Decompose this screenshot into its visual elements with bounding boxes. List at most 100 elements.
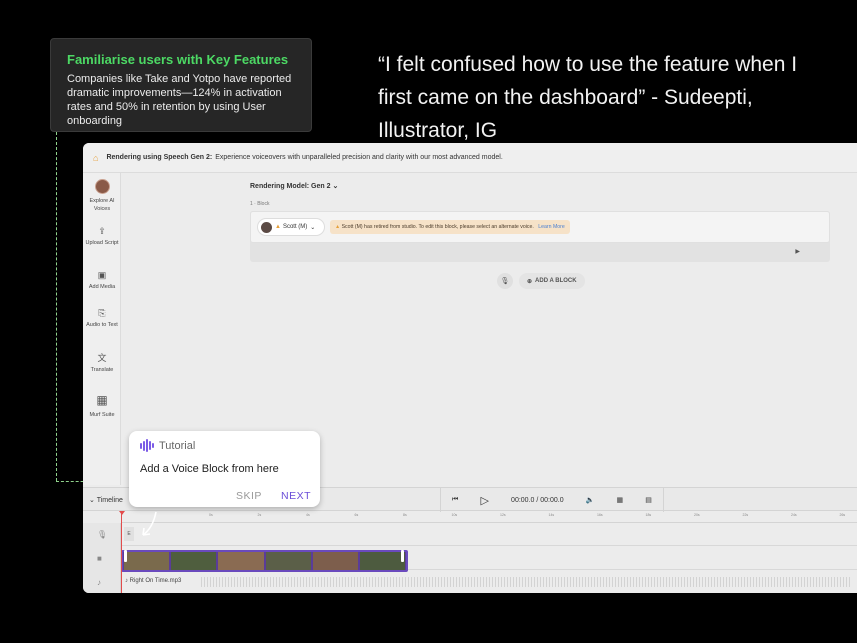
playhead[interactable]	[121, 511, 122, 593]
video-icon: ■	[97, 554, 102, 563]
next-button[interactable]: NEXT	[281, 490, 311, 502]
avatar	[261, 221, 272, 233]
play-icon[interactable]: ▷	[480, 494, 488, 507]
grid-icon: ▦	[96, 393, 108, 407]
ruler-tick: 22s	[742, 513, 749, 517]
voice-name: Scott (M)	[282, 224, 308, 230]
rendering-model-select[interactable]: Rendering Model: Gen 2 ⌄	[250, 182, 338, 190]
sidebar-item-label: Murf Suite	[89, 412, 115, 418]
play-icon[interactable]: ▶	[795, 248, 800, 255]
callout-text: Companies like Take and Yotpo have repor…	[67, 73, 292, 127]
sidebar-item-add-media[interactable]: ▣ Add Media	[83, 270, 121, 291]
mic-icon: 🎙	[97, 530, 108, 539]
sidebar-item-label: Audio to Text	[86, 322, 118, 328]
ruler-tick: 10s	[451, 513, 458, 517]
playhead-handle[interactable]	[119, 511, 125, 515]
add-block-label: ADD A BLOCK	[535, 278, 577, 284]
video-frame	[312, 552, 358, 570]
topbar-subtitle: Experience voiceovers with unparalleled …	[215, 154, 503, 161]
ruler-tick: 20s	[694, 513, 700, 517]
warning-icon: ▲	[335, 224, 342, 230]
audio-waveform	[201, 577, 851, 587]
audio-file-name: Right On Time.mp3	[129, 578, 182, 584]
ruler-tick: 4s	[306, 513, 310, 517]
track-icons: 🎙 ■ ♪	[83, 523, 121, 593]
learn-more-link[interactable]: Learn More	[538, 224, 565, 230]
audio-clip[interactable]: ♪ Right On Time.mp3	[121, 574, 857, 590]
video-frame	[124, 552, 170, 570]
audio-text-icon: ⎘	[98, 308, 106, 318]
ruler-tick: 0s	[209, 513, 213, 517]
video-frame	[171, 552, 217, 570]
connector-line-vertical	[56, 132, 57, 481]
user-quote: “I felt confused how to use the feature …	[378, 53, 798, 142]
plus-icon: ⊕	[527, 278, 533, 285]
skip-button[interactable]: SKIP	[236, 490, 262, 502]
video-frame	[265, 552, 311, 570]
feature-callout: Familiarise users with Key Features Comp…	[50, 38, 312, 132]
avatar	[94, 179, 110, 194]
audio-track-row: ♪ Right On Time.mp3	[121, 571, 857, 593]
pointer-arrow-icon	[142, 511, 157, 536]
voice-chip[interactable]: E	[124, 527, 134, 541]
ruler-tick: 8s	[403, 513, 407, 517]
chevron-down-icon: ⌄	[332, 183, 339, 190]
sidebar-item-upload-script[interactable]: ⇪ Upload Script	[83, 226, 121, 247]
volume-icon[interactable]: 🔈	[586, 496, 595, 504]
skip-back-icon[interactable]: ⏮	[452, 496, 458, 504]
music-icon: ♪	[97, 578, 101, 587]
ruler-tick: 16s	[597, 513, 603, 517]
sidebar: Explore AI Voices ⇪ Upload Script ▣ Add …	[83, 173, 121, 485]
topbar-title: Rendering using Speech Gen 2:	[106, 154, 213, 161]
sidebar-item-audio-to-text[interactable]: ⎘ Audio to Text	[83, 308, 121, 329]
sidebar-item-murf-suite[interactable]: ▦ Murf Suite	[83, 393, 121, 419]
voice-block-header: ▲ Scott (M) ⌄ ▲ Scott (M) has retired fr…	[250, 211, 830, 243]
translate-icon: 文	[97, 353, 107, 363]
video-icon[interactable]: ▦	[617, 496, 624, 504]
ruler-tick: 18s	[645, 513, 652, 517]
tutorial-header: Tutorial	[140, 439, 195, 452]
app-window: ⌂ Rendering using Speech Gen 2: Experien…	[83, 143, 857, 593]
ruler-tick: 12s	[500, 513, 506, 517]
chevron-down-icon: ⌄	[89, 497, 97, 504]
caption-icon[interactable]: ▤	[645, 496, 652, 504]
tutorial-message: Add a Voice Block from here	[140, 463, 279, 475]
video-frame	[359, 552, 406, 570]
voice-track[interactable]: E	[121, 523, 857, 546]
media-icon: ▣	[97, 270, 107, 280]
clip-handle-right[interactable]	[401, 550, 404, 562]
mic-icon[interactable]: 🎙	[497, 273, 513, 289]
sidebar-item-explore-voices[interactable]: Explore AI Voices	[83, 179, 121, 213]
timeline-label: Timeline	[96, 497, 123, 504]
timeline-ruler[interactable]: 0s2s4s6s8s10s12s14s16s18s20s22s24s26s28s…	[121, 511, 857, 523]
sidebar-item-label: Explore AI Voices	[89, 198, 115, 212]
ruler-tick: 6s	[354, 513, 359, 517]
ruler-tick: 24s	[791, 513, 797, 517]
ruler-tick: 14s	[548, 513, 555, 517]
waveform-icon	[140, 439, 154, 452]
retired-voice-warning: ▲ Scott (M) has retired from studio. To …	[330, 220, 570, 234]
chevron-down-icon: ⌄	[310, 224, 316, 231]
add-block-button[interactable]: ⊕ ADD A BLOCK	[519, 273, 585, 289]
sidebar-item-label: Translate	[90, 367, 114, 373]
tutorial-heading: Tutorial	[159, 439, 196, 452]
sidebar-item-translate[interactable]: 文 Translate	[83, 353, 121, 374]
model-label: Rendering Model: Gen 2	[250, 183, 331, 190]
ruler-tick: 26s	[839, 513, 846, 517]
topbar: ⌂ Rendering using Speech Gen 2: Experien…	[83, 143, 857, 173]
sidebar-item-label: Upload Script	[85, 240, 119, 246]
voice-block[interactable]: ▲ Scott (M) ⌄ ▲ Scott (M) has retired fr…	[250, 211, 830, 262]
voice-selector[interactable]: ▲ Scott (M) ⌄	[257, 218, 325, 236]
video-track-row	[121, 547, 857, 572]
timeline-toggle[interactable]: ⌄ Timeline	[89, 496, 123, 504]
audio-file-label: ♪ Right On Time.mp3	[125, 578, 181, 584]
ruler-tick: 2s	[257, 513, 262, 517]
video-frame	[218, 552, 264, 570]
upload-icon: ⇪	[98, 226, 106, 236]
block-label: 1 · Block	[250, 201, 270, 207]
callout-title: Familiarise users with Key Features	[67, 52, 289, 67]
home-icon[interactable]: ⌂	[93, 153, 98, 163]
video-clip[interactable]	[121, 550, 408, 572]
clip-handle-left[interactable]	[124, 550, 127, 562]
time-readout: 00:00.0 / 00:00.0	[511, 496, 564, 504]
